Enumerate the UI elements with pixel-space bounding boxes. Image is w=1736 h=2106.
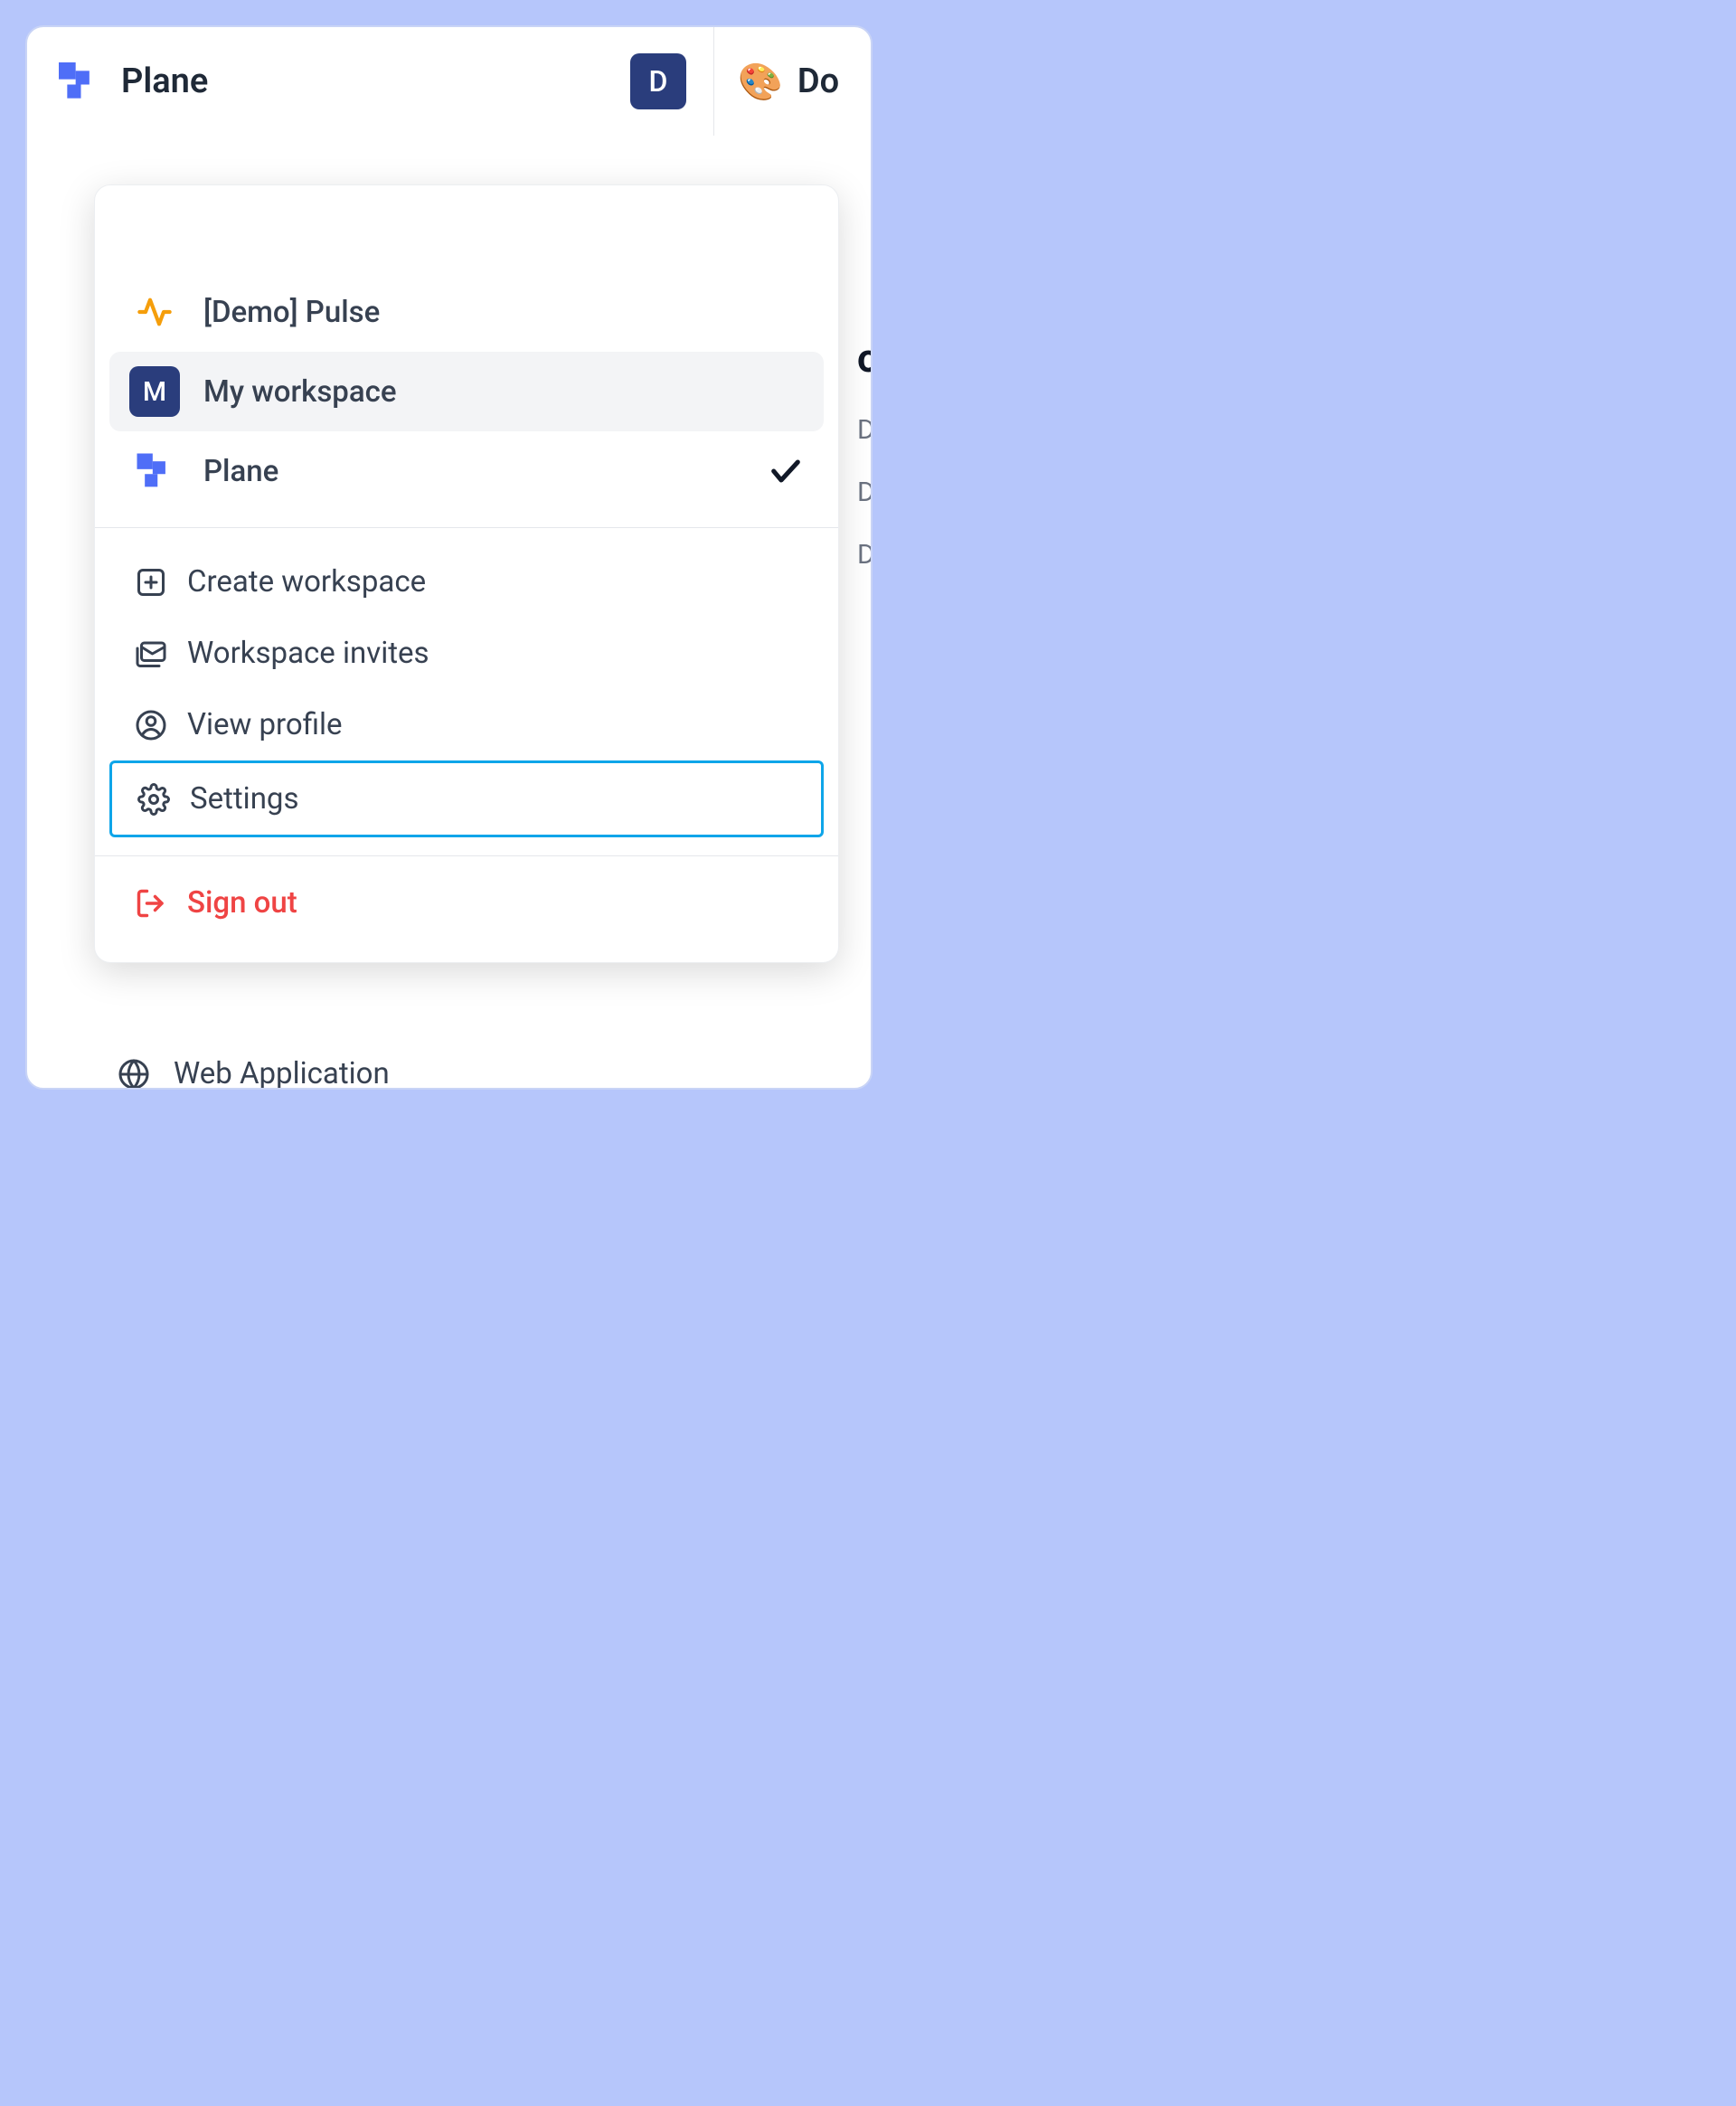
workspace-list: [Demo] Pulse M My workspace Plane [95,272,838,527]
workspace-header[interactable]: Plane D [27,27,714,136]
sidebar-item-web-application[interactable]: Web Application [118,1056,390,1090]
check-icon [768,453,804,489]
project-name-fragment: Do [797,61,839,101]
signout-section: Sign out [95,856,838,959]
workspace-item-plane[interactable]: Plane [109,431,824,511]
workspace-label: [Demo] Pulse [203,295,804,330]
mail-stack-icon [135,637,167,670]
palette-icon: 🎨 [738,61,783,103]
bg-row: Dir [857,539,871,571]
top-bar: Plane D 🎨 Do [27,27,871,136]
action-list: Create workspace Workspace invites View … [95,528,838,855]
logout-icon [135,887,167,920]
avatar-letter: D [649,64,668,99]
view-profile-item[interactable]: View profile [109,689,824,760]
user-avatar[interactable]: D [630,53,686,109]
project-header[interactable]: 🎨 Do [714,27,839,136]
app-window: Plane D 🎨 Do ole Dir Dir Dir [Demo] Puls… [25,25,873,1090]
workspace-dropdown: [Demo] Pulse M My workspace Plane [94,184,839,963]
workspace-label: My workspace [203,374,804,410]
create-workspace-item[interactable]: Create workspace [109,546,824,618]
action-label: Settings [190,781,299,817]
action-label: Workspace invites [187,636,429,671]
bg-title-fragment: ole [857,335,871,382]
bg-row: Dir [857,414,871,446]
workspace-title: Plane [121,61,208,101]
gear-icon [137,783,170,816]
pulse-icon [129,287,180,337]
workspace-letter-icon: M [129,366,180,417]
workspace-invites-item[interactable]: Workspace invites [109,618,824,689]
action-label: View profile [187,707,343,742]
sidebar-item-label: Web Application [174,1056,390,1090]
plane-logo-icon [52,56,103,107]
workspace-item-my-workspace[interactable]: M My workspace [109,352,824,431]
user-circle-icon [135,709,167,741]
workspace-label: Plane [203,454,744,489]
globe-icon [118,1058,150,1091]
plus-square-icon [135,566,167,599]
signout-label: Sign out [187,885,297,921]
workspace-item-demo-pulse[interactable]: [Demo] Pulse [109,272,824,352]
settings-item[interactable]: Settings [109,760,824,837]
signout-item[interactable]: Sign out [109,869,824,937]
action-label: Create workspace [187,564,426,600]
bg-row: Dir [857,477,871,508]
plane-logo-icon [129,446,180,496]
